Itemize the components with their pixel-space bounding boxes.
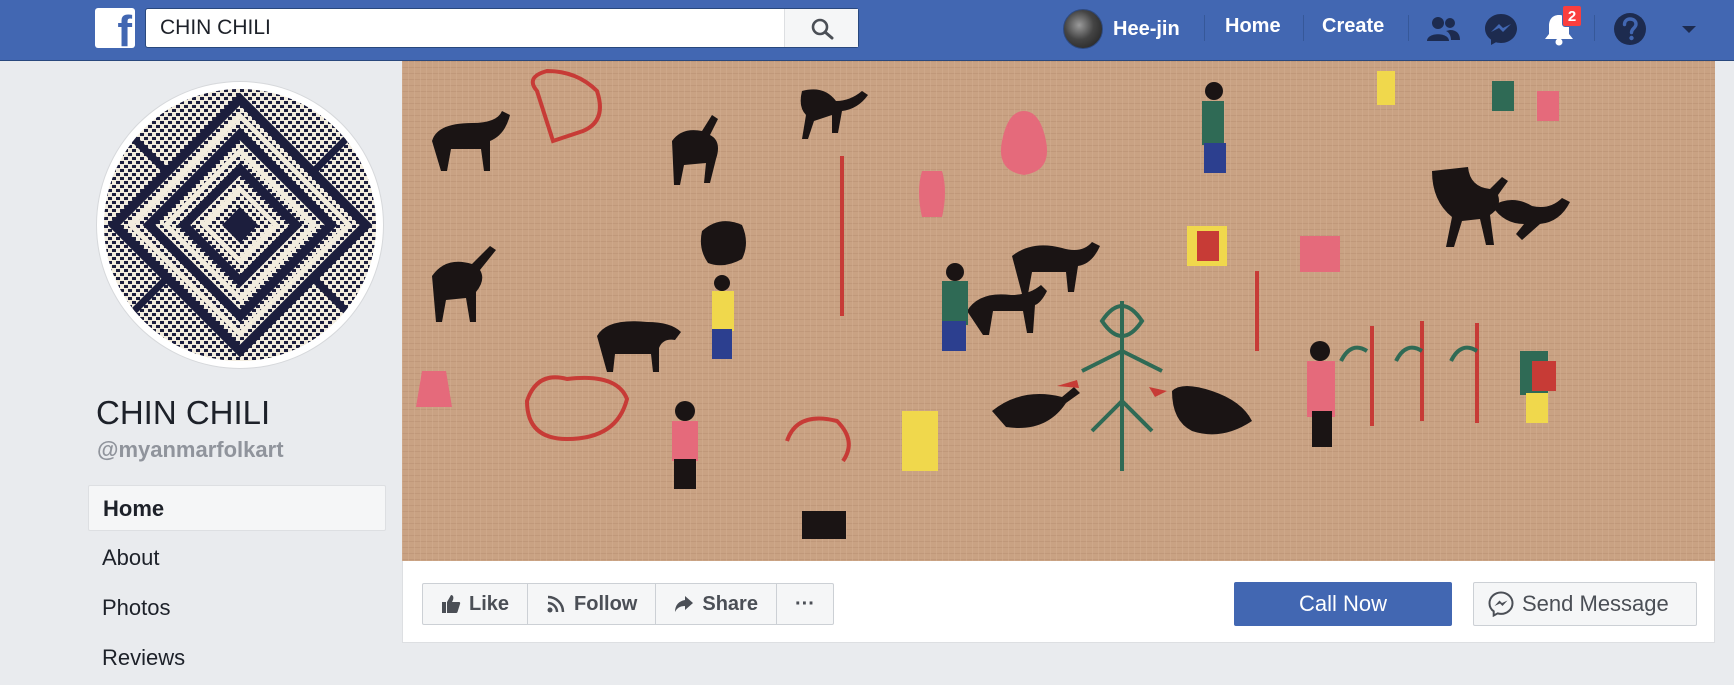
- notification-badge: 2: [1562, 5, 1582, 27]
- profile-picture-image: [104, 89, 376, 361]
- profile-picture[interactable]: [97, 82, 383, 368]
- more-options-button[interactable]: ···: [777, 584, 833, 624]
- friends-icon[interactable]: [1424, 10, 1462, 48]
- sidebar-item-about[interactable]: About: [88, 535, 386, 581]
- page-title: CHIN CHILI: [96, 394, 271, 431]
- nav-divider: [1303, 15, 1304, 41]
- nav-create-link[interactable]: Create: [1322, 15, 1384, 38]
- page-action-bar: Like Follow Share ···: [422, 583, 834, 625]
- facebook-logo-icon[interactable]: f: [95, 8, 135, 48]
- like-label: Like: [469, 592, 510, 615]
- top-navigation-bar: f Hee-jin Home Create 2: [0, 0, 1734, 61]
- share-button[interactable]: Share: [656, 584, 777, 624]
- sidebar-item-photos[interactable]: Photos: [88, 585, 386, 631]
- cover-embroidery-image: [402, 61, 1715, 561]
- avatar: [1063, 9, 1103, 49]
- nav-divider: [1594, 15, 1595, 41]
- page-username[interactable]: @myanmarfolkart: [97, 437, 284, 463]
- search-icon: [811, 18, 834, 40]
- nav-home-link[interactable]: Home: [1225, 15, 1281, 38]
- sidebar-item-reviews[interactable]: Reviews: [88, 635, 386, 681]
- profile-link[interactable]: Hee-jin: [1063, 9, 1180, 49]
- help-icon[interactable]: [1611, 10, 1649, 48]
- send-message-label: Send Message: [1522, 591, 1669, 616]
- like-button[interactable]: Like: [423, 584, 529, 624]
- search-input[interactable]: [146, 9, 786, 47]
- nav-divider: [1204, 15, 1205, 41]
- search-box: [145, 8, 859, 48]
- search-button[interactable]: [784, 9, 858, 47]
- thumbs-up-icon: [442, 595, 461, 613]
- messenger-icon[interactable]: [1482, 10, 1520, 48]
- messenger-icon: [1488, 591, 1514, 617]
- share-arrow-icon: [675, 596, 694, 612]
- call-now-button[interactable]: Call Now: [1234, 582, 1452, 626]
- follow-label: Follow: [574, 592, 638, 615]
- send-message-button[interactable]: Send Message: [1473, 582, 1697, 626]
- follow-button[interactable]: Follow: [528, 584, 657, 624]
- share-label: Share: [702, 592, 758, 615]
- cover-photo[interactable]: [402, 61, 1715, 561]
- caret-down-icon[interactable]: [1670, 10, 1708, 48]
- sidebar-item-home[interactable]: Home: [88, 485, 386, 531]
- page-side-navigation: Home About Photos Reviews: [88, 485, 386, 685]
- rss-icon: [547, 595, 565, 613]
- nav-divider: [1408, 15, 1409, 41]
- more-options-icon: ···: [794, 592, 815, 615]
- user-name: Hee-jin: [1113, 17, 1180, 40]
